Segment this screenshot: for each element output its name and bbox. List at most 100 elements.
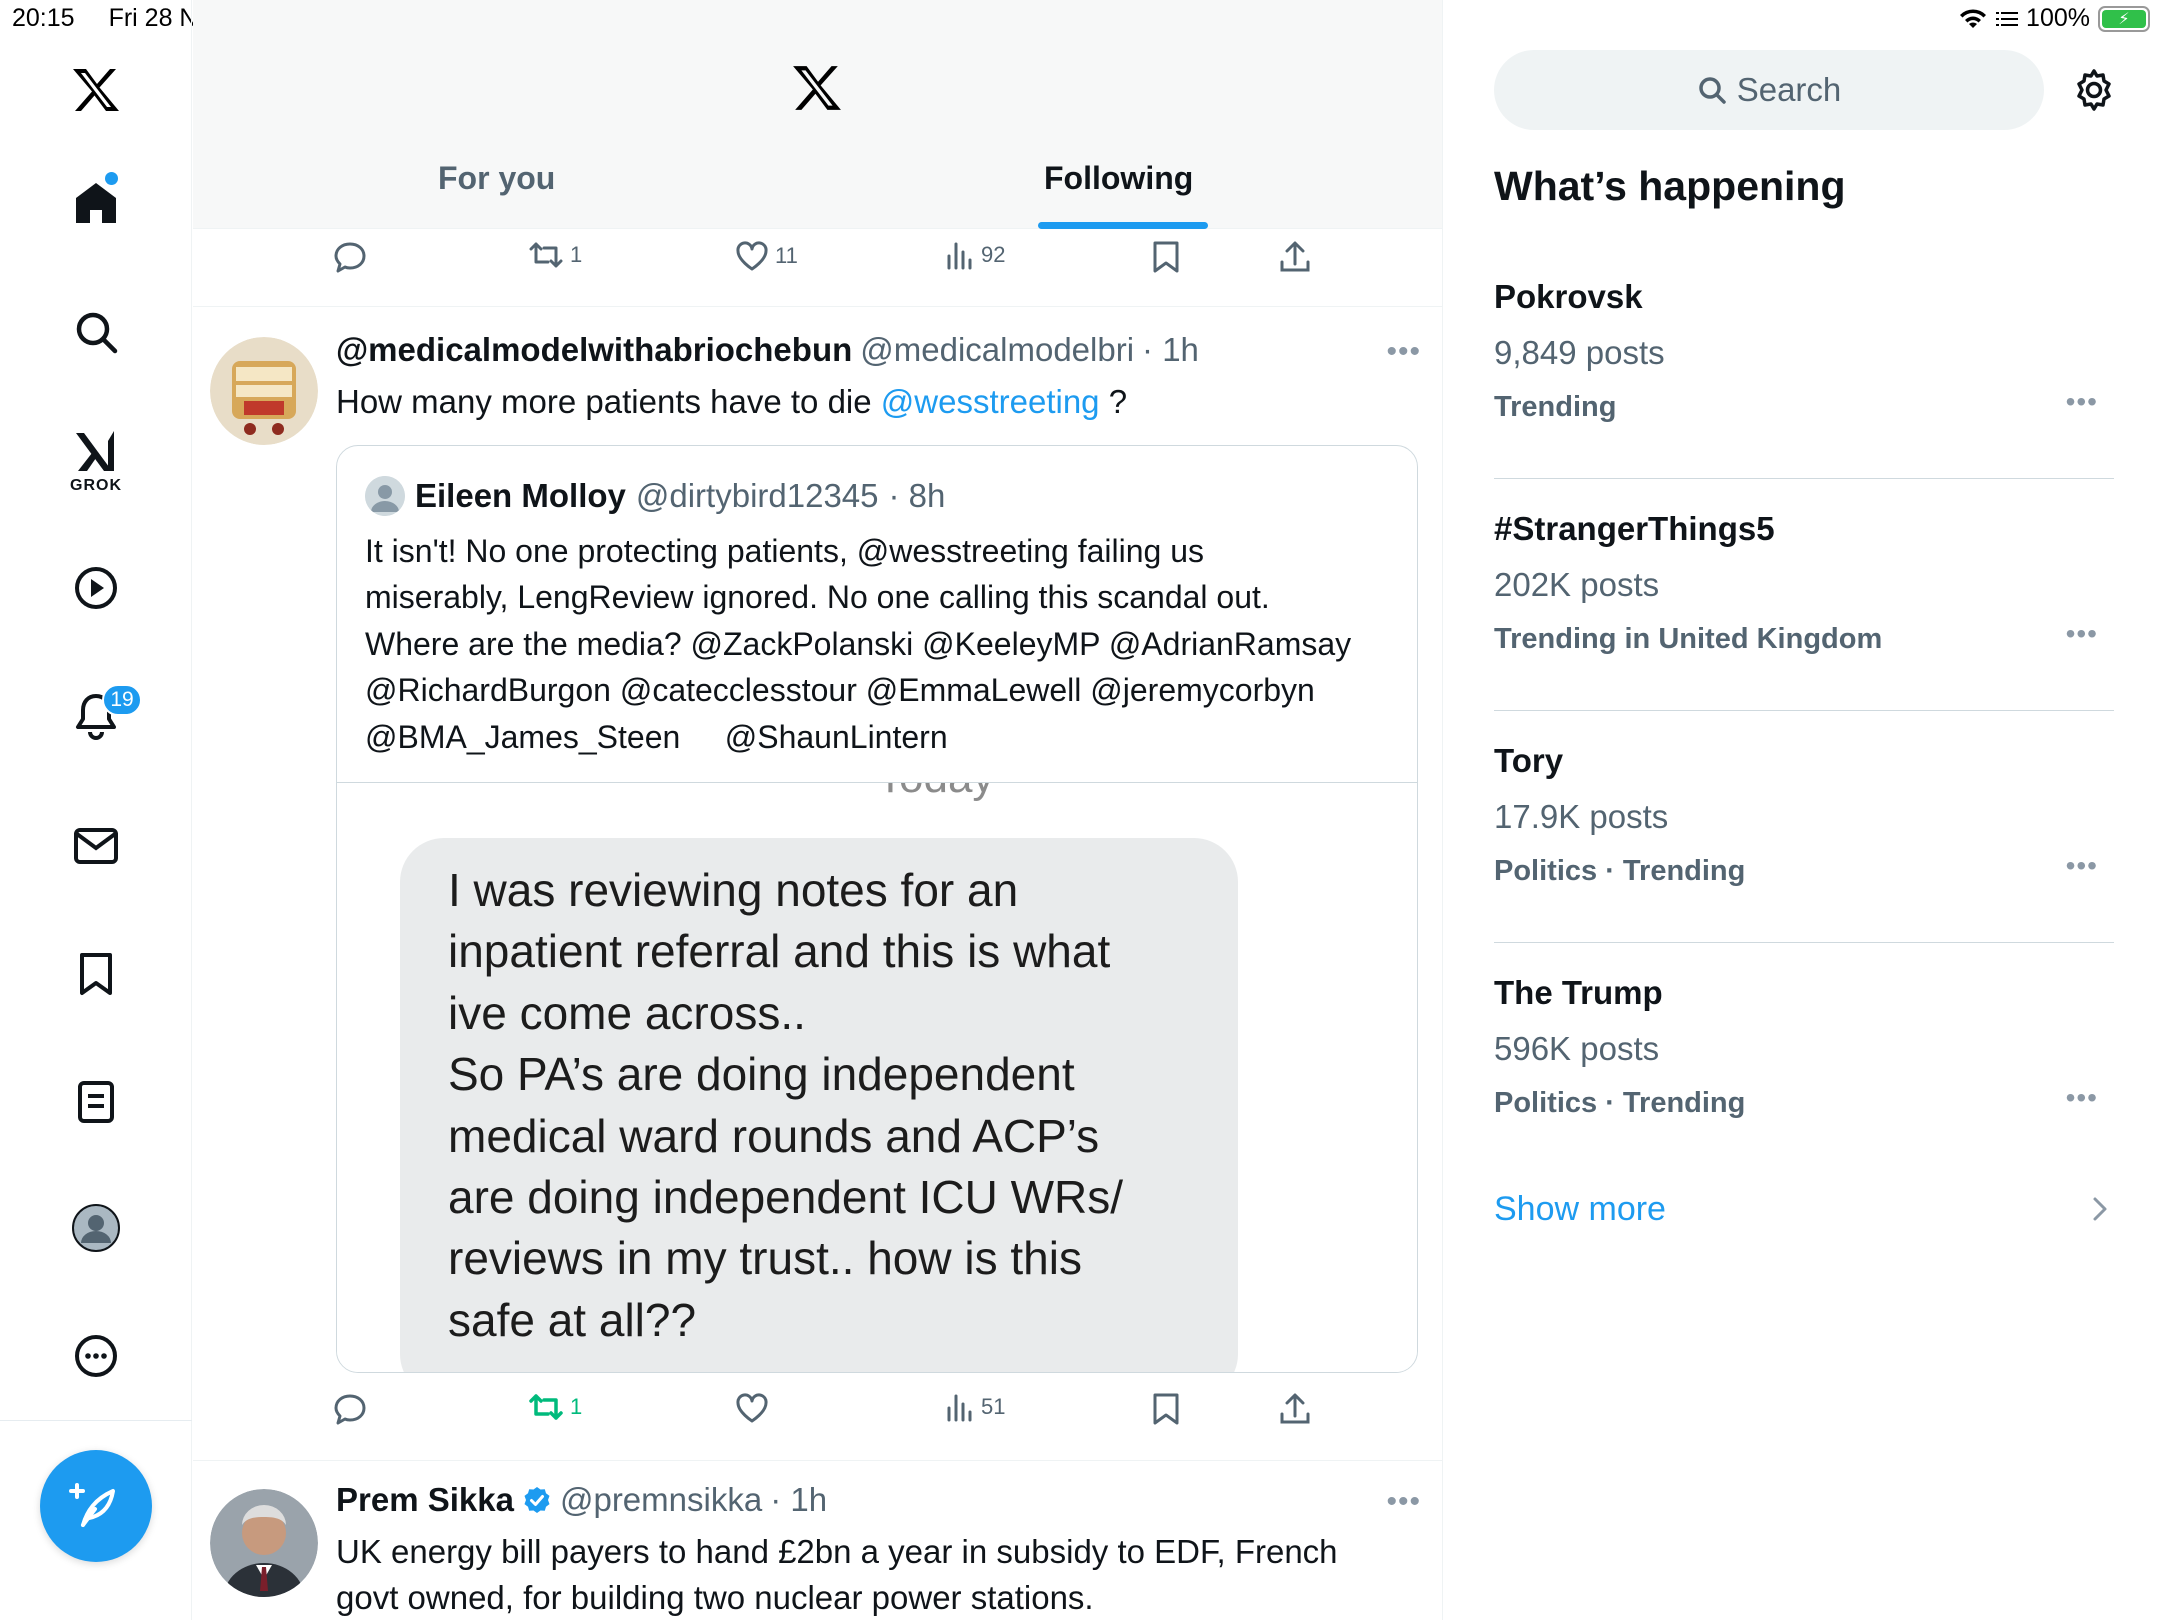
trend-item[interactable]: Pokrovsk 9,849 posts Trending •••: [1494, 278, 2114, 479]
reply-icon: [334, 1394, 366, 1425]
quote-time: · 8h: [888, 477, 946, 514]
trend-count: 596K posts: [1494, 1030, 1660, 1067]
trend-context: Politics · Trending: [1494, 855, 1746, 887]
share-button[interactable]: [1279, 1392, 1311, 1426]
repost-button[interactable]: 1: [528, 240, 582, 270]
trend-item[interactable]: #StrangerThings5 202K posts Trending in …: [1494, 510, 2114, 711]
trend-item[interactable]: The Trump 596K posts Politics · Trending…: [1494, 974, 2114, 1154]
trend-name: #StrangerThings5: [1494, 510, 1775, 547]
trend-item[interactable]: Tory 17.9K posts Politics · Trending •••: [1494, 742, 2114, 943]
heart-icon: [736, 241, 768, 271]
trend-more-button[interactable]: •••: [2066, 1082, 2098, 1114]
compose-post-button[interactable]: [40, 1450, 152, 1562]
trend-count: 17.9K posts: [1494, 798, 1669, 835]
views-icon: [947, 1394, 972, 1422]
play-icon: [75, 567, 117, 609]
trend-context: Politics · Trending: [1494, 1087, 1746, 1119]
trend-more-button[interactable]: •••: [2066, 850, 2098, 882]
avatar[interactable]: [210, 337, 318, 445]
nav-profile[interactable]: [0, 1198, 192, 1258]
nav-grok[interactable]: GROK: [0, 424, 192, 500]
reply-icon: [334, 242, 366, 273]
views-button[interactable]: 51: [945, 1392, 1005, 1422]
search-icon: [1698, 77, 1726, 104]
chevron-right-icon[interactable]: [2090, 1195, 2110, 1228]
reply-button[interactable]: [333, 240, 367, 274]
mention-link[interactable]: @wesstreeting: [881, 383, 1100, 420]
tweet[interactable]: Prem Sikka @premnsikka · 1h ••• UK energ…: [193, 1461, 1442, 1620]
avatar: [365, 476, 405, 516]
repost-count: 1: [570, 242, 583, 267]
author-name[interactable]: @medicalmodelwithabriochebun: [336, 331, 852, 369]
grok-label: GROK: [70, 477, 122, 494]
trend-more-button[interactable]: •••: [2066, 386, 2098, 418]
tweet-actions: 1 51: [333, 1392, 1353, 1432]
x-logo-icon[interactable]: [0, 60, 192, 120]
trend-name: Tory: [1494, 742, 1564, 779]
tweet-more-button[interactable]: •••: [1386, 1485, 1421, 1519]
trend-divider: [1494, 478, 2114, 479]
quoted-tweet[interactable]: Eileen Molloy @dirtybird12345 · 8h It is…: [336, 445, 1418, 1373]
tweet-more-button[interactable]: •••: [1386, 335, 1421, 369]
like-button[interactable]: 11: [735, 240, 798, 272]
search-placeholder: Search: [1736, 71, 1842, 108]
reply-button[interactable]: [333, 1392, 367, 1426]
nav-video[interactable]: [0, 558, 192, 618]
repost-button[interactable]: 1: [528, 1392, 582, 1422]
bookmark-button[interactable]: [1151, 240, 1181, 274]
share-icon: [1280, 241, 1310, 272]
repost-icon: [529, 1394, 563, 1420]
tab-for-you[interactable]: For you: [438, 160, 555, 197]
bubble-line: medical ward rounds and ACP’s: [448, 1109, 1100, 1162]
nav-more[interactable]: [0, 1326, 192, 1386]
nav-notifications[interactable]: [0, 686, 192, 746]
tweet-line: UK energy bill payers to hand £2bn a yea…: [336, 1533, 1338, 1570]
quote-line: Where are the media? @ZackPolanski @Keel…: [365, 625, 1352, 662]
quote-line: It isn't! No one protecting patients, @w…: [365, 533, 1205, 569]
nav-explore[interactable]: [0, 302, 192, 362]
tweet-header: Prem Sikka @premnsikka · 1h: [336, 1481, 827, 1519]
quote-image[interactable]: Today I was reviewing notes for an inpat…: [337, 782, 1417, 1372]
nav-home[interactable]: [0, 172, 192, 234]
trend-more-button[interactable]: •••: [2066, 618, 2098, 650]
bookmark-icon: [1153, 241, 1179, 273]
bubble-line: ive come across..: [448, 986, 806, 1039]
settings-button[interactable]: [2072, 68, 2116, 117]
left-navigation: GROK 19: [0, 0, 192, 1620]
gear-icon: [2077, 69, 2111, 111]
share-button[interactable]: [1279, 240, 1311, 274]
tab-following[interactable]: Following: [1044, 160, 1193, 197]
views-button[interactable]: 92: [945, 240, 1005, 270]
search-input[interactable]: Search: [1494, 50, 2044, 130]
quote-author-name: Eileen Molloy: [415, 477, 626, 514]
notifications-badge: 19: [102, 684, 142, 716]
nav-lists[interactable]: [0, 1072, 192, 1132]
bookmark-icon: [1153, 1393, 1179, 1425]
trend-context: Trending in United Kingdom: [1494, 623, 1883, 655]
bubble-line: safe at all??: [448, 1293, 697, 1346]
author-handle[interactable]: @premnsikka: [560, 1481, 762, 1519]
tweet-time[interactable]: · 1h: [1142, 331, 1199, 369]
home-unread-dot: [105, 172, 118, 185]
tweet[interactable]: @medicalmodelwithabriochebun @medicalmod…: [193, 307, 1442, 1459]
tweet-text: UK energy bill payers to hand £2bn a yea…: [336, 1529, 1396, 1620]
repost-count: 1: [570, 1394, 583, 1419]
right-sidebar: Search What’s happening Pokrovsk 9,849 p…: [1444, 0, 2160, 1620]
timeline-column: For you Following 1 11 92 @medicalmodelw…: [193, 0, 1443, 1620]
avatar[interactable]: [210, 1489, 318, 1597]
author-handle[interactable]: @medicalmodelbri: [860, 331, 1134, 369]
list-icon: [78, 1081, 114, 1123]
bookmark-button[interactable]: [1151, 1392, 1181, 1426]
more-circle-icon: [75, 1335, 117, 1377]
mail-icon: [74, 828, 118, 864]
verified-badge-icon: [524, 1487, 550, 1513]
show-more-link[interactable]: Show more: [1494, 1190, 1666, 1229]
nav-bookmarks[interactable]: [0, 944, 192, 1004]
tweet-time[interactable]: · 1h: [770, 1481, 827, 1519]
x-logo-icon[interactable]: [791, 64, 843, 117]
like-button[interactable]: [735, 1392, 769, 1424]
trend-name: Pokrovsk: [1494, 278, 1643, 315]
tweet-header: @medicalmodelwithabriochebun @medicalmod…: [336, 331, 1199, 369]
author-name[interactable]: Prem Sikka: [336, 1481, 514, 1519]
nav-messages[interactable]: [0, 816, 192, 876]
